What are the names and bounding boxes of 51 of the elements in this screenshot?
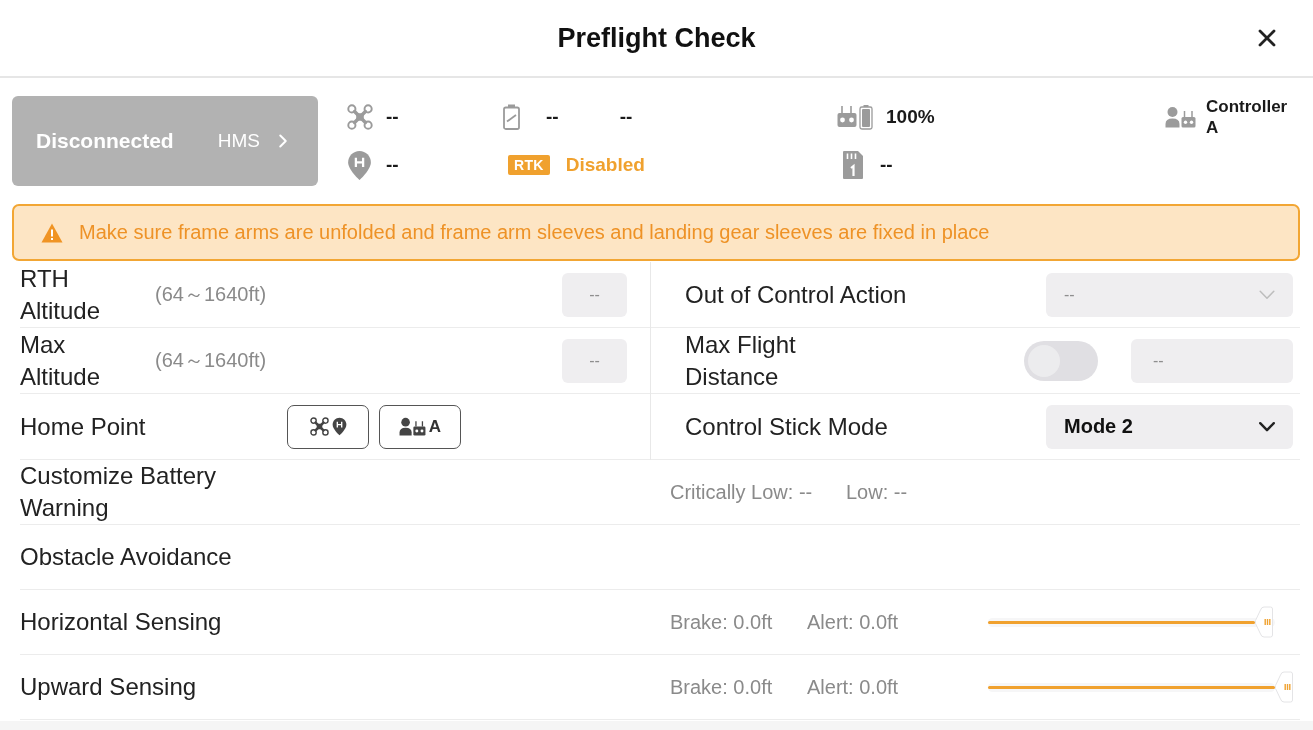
person-controller-icon (1165, 106, 1196, 128)
sd-card-icon (842, 150, 864, 180)
home-pin-icon (347, 149, 372, 181)
status-value: -- (386, 154, 399, 176)
status-value: -- (386, 106, 399, 128)
chevron-down-icon (1259, 421, 1275, 432)
connection-status: Disconnected (36, 129, 174, 153)
range-hint: (64～1640ft) (155, 348, 268, 373)
controller-home-button[interactable]: A (379, 404, 461, 449)
warning-icon (41, 222, 63, 243)
person-controller-icon (398, 417, 426, 436)
drone-icon (347, 104, 373, 130)
sensing-reading: Brake: 0.0ft (670, 610, 774, 634)
chevron-down-icon (1259, 289, 1275, 300)
setting-label: Home Point (20, 411, 147, 442)
setting-label: Customize Battery Warning (20, 461, 218, 523)
rtk-status: Disabled (565, 154, 645, 176)
range-hint: (64～1640ft) (155, 282, 268, 307)
slider-thumb[interactable] (1275, 671, 1293, 703)
setting-label: Max Altitude (20, 329, 102, 392)
status-value: 100% (886, 106, 935, 128)
setting-label: Max Flight Distance (685, 329, 797, 392)
status-value: -- (880, 154, 893, 176)
rtk-badge: RTK (508, 155, 550, 175)
setting-label: Horizontal Sensing (20, 607, 223, 637)
altitude-field[interactable]: -- (562, 338, 627, 383)
remote-battery-icon (837, 104, 873, 130)
window-title: Preflight Check (557, 22, 756, 54)
setting-label: Control Stick Mode (685, 411, 889, 442)
setting-label: RTH Altitude (20, 263, 102, 326)
setting-label: Upward Sensing (20, 672, 198, 702)
slider-thumb[interactable] (1254, 606, 1273, 638)
battery-icon (503, 104, 520, 130)
battery-reading: Critically Low: -- (670, 480, 814, 504)
distance-field[interactable]: -- (1131, 338, 1293, 383)
drone-icon (309, 417, 329, 436)
sensing-reading: Brake: 0.0ft (670, 675, 774, 699)
sensing-reading: Alert: 0.0ft (807, 675, 900, 699)
home-pin-icon (331, 417, 347, 436)
status-value: -- (546, 106, 559, 128)
setting-label: Out of Control Action (685, 279, 908, 310)
altitude-field[interactable]: -- (562, 272, 627, 317)
controller-name: Controller A (1206, 96, 1289, 138)
battery-reading: Low: -- (846, 480, 909, 504)
aircraft-home-button[interactable] (287, 404, 369, 449)
dropdown-select[interactable]: Mode 2 (1046, 404, 1293, 449)
section-heading: Obstacle Avoidance (20, 542, 233, 572)
sensing-reading: Alert: 0.0ft (807, 610, 900, 634)
warning-text: Make sure frame arms are unfolded and frame arm sleeves and landing gear sleeves are fixed in place (79, 221, 990, 244)
status-value: -- (619, 106, 633, 128)
toggle-switch[interactable] (1024, 340, 1098, 381)
